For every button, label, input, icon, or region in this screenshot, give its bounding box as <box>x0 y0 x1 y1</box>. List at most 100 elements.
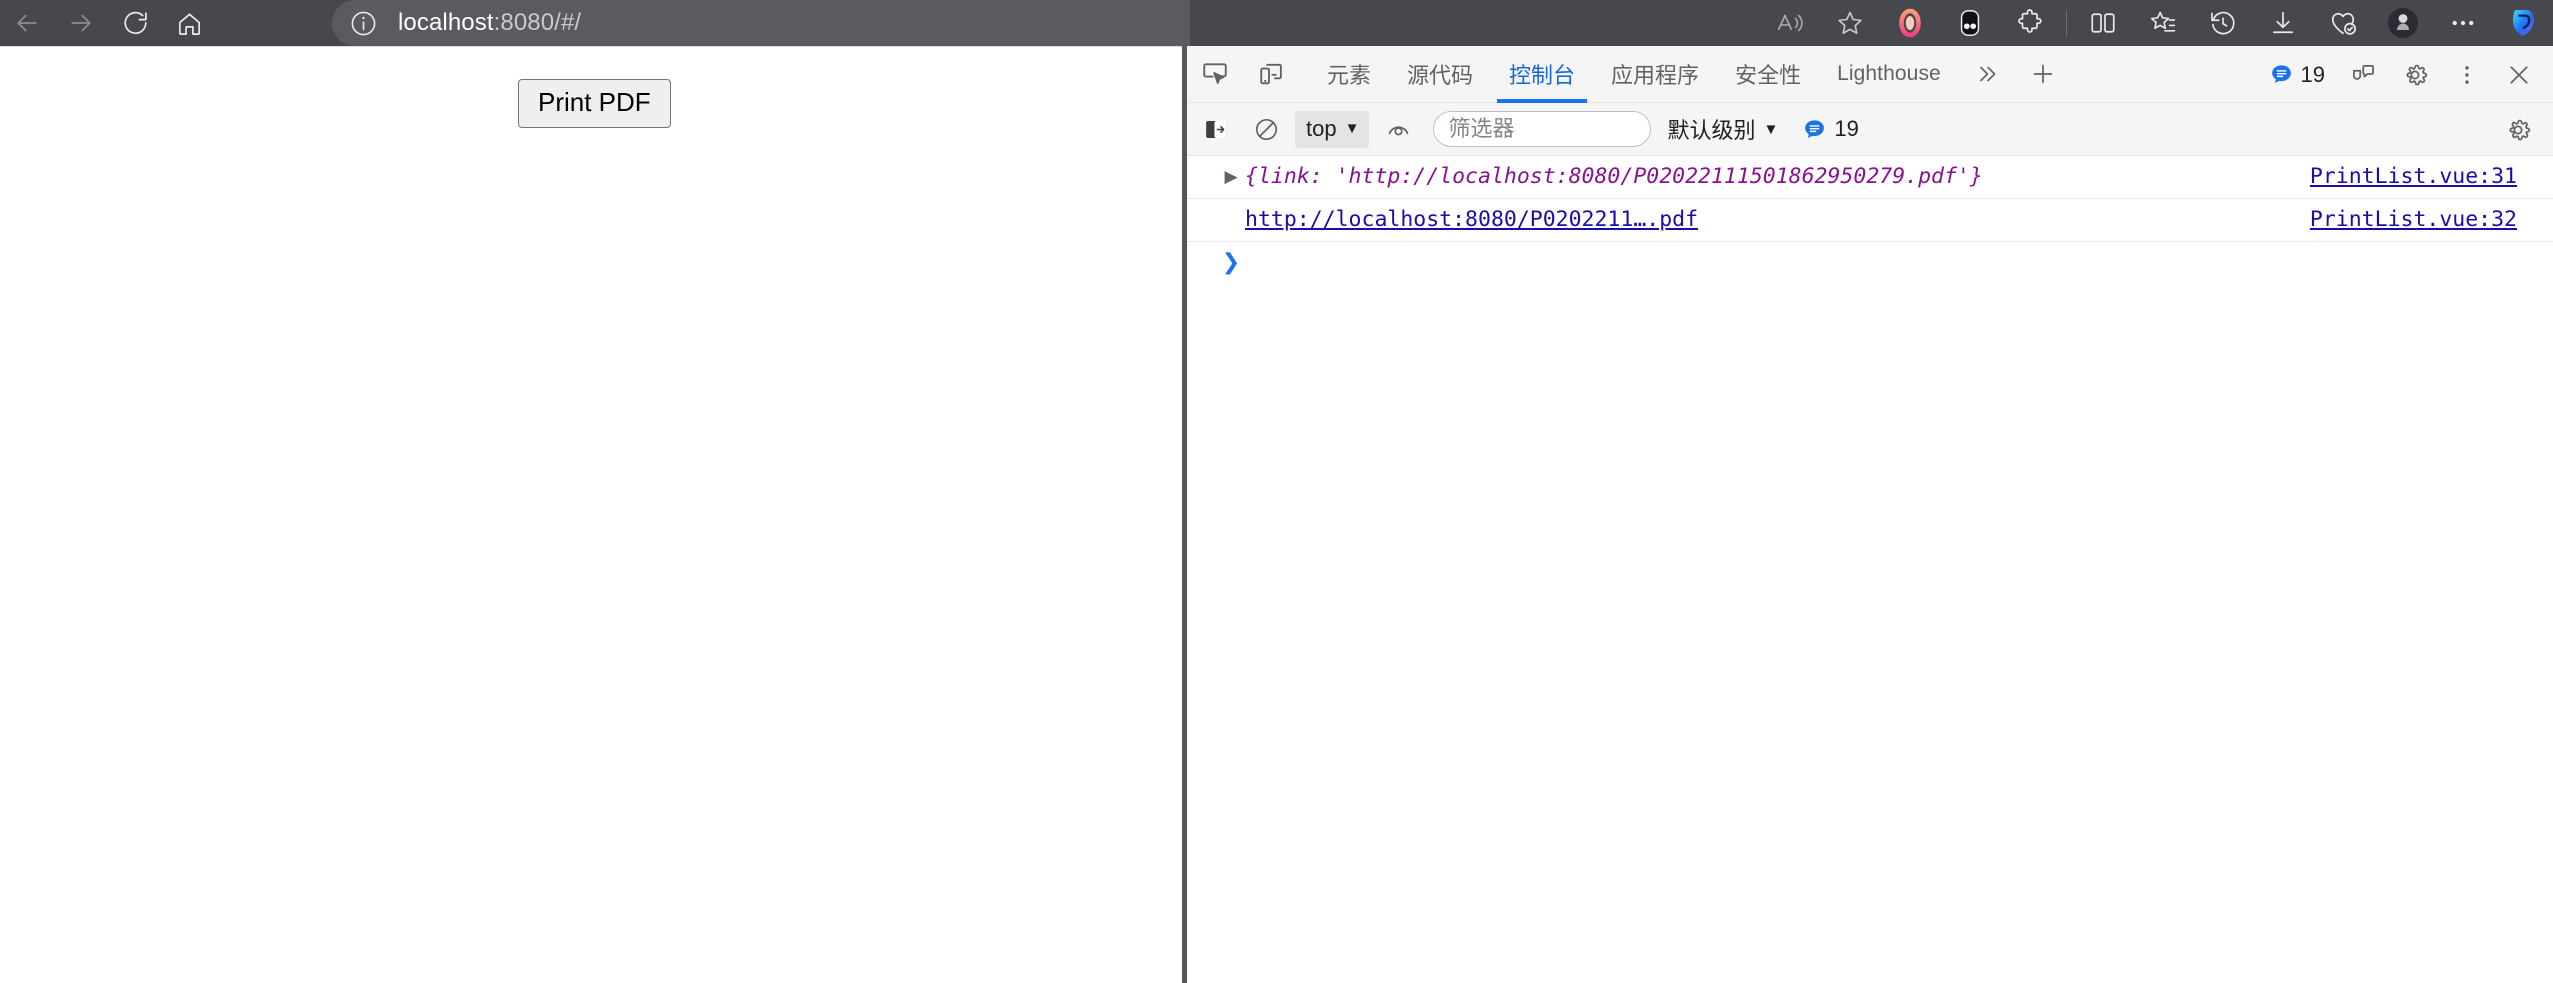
tab-sources[interactable]: 源代码 <box>1389 46 1491 103</box>
star-outline-icon <box>1838 11 1862 34</box>
console-toolbar: top ▼ 默认级别 ▼ 19 <box>1187 103 2553 156</box>
extension-button[interactable] <box>1940 0 2000 46</box>
devtools-more-options-button[interactable] <box>2441 46 2493 103</box>
devtools-tabs: 元素 源代码 控制台 应用程序 安全性 Lighthouse <box>1309 46 2071 103</box>
page-viewport: Print PDF <box>0 46 1182 983</box>
inspect-element-icon <box>1203 63 1227 84</box>
url-path: :8080/#/ <box>493 9 582 36</box>
tab-console-label: 控制台 <box>1509 63 1576 88</box>
console-message-list: ▶ {link: 'http://localhost:8080/P0202211… <box>1187 156 2553 983</box>
devtools-tabbar: 元素 源代码 控制台 应用程序 安全性 Lighthouse 19 <box>1187 46 2553 103</box>
profile-button[interactable] <box>2373 0 2433 46</box>
tab-application[interactable]: 应用程序 <box>1593 46 1717 103</box>
refresh-icon <box>123 11 147 34</box>
info-circle-icon <box>351 11 375 35</box>
refresh-button[interactable] <box>108 0 162 46</box>
console-message-source-link[interactable]: PrintList.vue:31 <box>2310 163 2517 191</box>
tab-elements-label: 元素 <box>1327 63 1372 88</box>
clear-console-icon <box>1255 118 1277 140</box>
console-message-link[interactable]: ▶ http://localhost:8080/P0202211….pdf Pr… <box>1187 199 2553 242</box>
split-screen-button[interactable] <box>2073 0 2133 46</box>
console-settings-button[interactable] <box>2493 103 2543 156</box>
tab-security[interactable]: 安全性 <box>1717 46 1819 103</box>
settings-and-more-button[interactable] <box>2433 0 2493 46</box>
url-host: localhost <box>398 9 494 36</box>
console-prompt[interactable]: ❯ <box>1187 242 2553 282</box>
feedback-button[interactable] <box>2337 46 2389 103</box>
kebab-menu-icon <box>2465 65 2469 84</box>
ellipsis-icon <box>2452 20 2474 26</box>
expand-arrow-icon[interactable]: ▶ <box>1217 163 1245 191</box>
caret-down-icon: ▼ <box>1763 120 1779 138</box>
console-filter-input[interactable] <box>1433 111 1652 147</box>
tab-lighthouse[interactable]: Lighthouse <box>1819 46 1959 103</box>
browser-essentials-button[interactable] <box>2313 0 2373 46</box>
speech-bubble-icon <box>1805 119 1825 138</box>
expand-arrow-placeholder: ▶ <box>1217 206 1245 234</box>
console-level-select[interactable]: 默认级别 ▼ <box>1667 113 1778 145</box>
gear-icon <box>2509 119 2531 140</box>
forward-button[interactable] <box>54 0 108 46</box>
close-x-icon <box>2510 65 2528 84</box>
console-context-select[interactable]: top ▼ <box>1295 110 1370 148</box>
home-button[interactable] <box>162 0 216 46</box>
console-issues-badge[interactable]: 19 <box>1790 116 1870 142</box>
tab-console[interactable]: 控制台 <box>1491 46 1593 103</box>
home-icon <box>178 12 200 35</box>
console-context-value: top <box>1306 115 1337 141</box>
toolbar-separator <box>2066 10 2067 36</box>
collections-star-icon <box>2150 11 2176 32</box>
pink-ring-icon <box>1899 8 1921 38</box>
console-message-object[interactable]: ▶ {link: 'http://localhost:8080/P0202211… <box>1187 156 2553 199</box>
copilot-button[interactable] <box>2493 0 2553 46</box>
object-preview-string: 'http://localhost:8080/P0202211150186295… <box>1335 164 1970 189</box>
collections-button[interactable] <box>2133 0 2193 46</box>
caret-down-icon: ▼ <box>1344 120 1360 137</box>
extensions-button[interactable] <box>2000 0 2060 46</box>
history-button[interactable] <box>2193 0 2253 46</box>
devtools-settings-button[interactable] <box>2389 46 2441 103</box>
more-tabs-button[interactable] <box>1959 46 2015 103</box>
address-bar[interactable]: localhost:8080/#/ <box>332 0 1190 46</box>
add-tab-button[interactable] <box>2015 46 2071 103</box>
issues-count: 19 <box>2300 61 2325 87</box>
console-prompt-caret-icon: ❯ <box>1221 250 1241 275</box>
browser-toolbar: localhost:8080/#/ <box>0 0 2553 46</box>
eye-icon <box>1388 125 1409 135</box>
inspect-element-button[interactable] <box>1187 46 1243 103</box>
console-message-source-link[interactable]: PrintList.vue:32 <box>2310 206 2517 234</box>
object-preview-suffix: } <box>1969 164 1983 189</box>
avatar-icon <box>2388 8 2418 38</box>
read-aloud-button[interactable] <box>1760 0 1820 46</box>
split-screen-icon <box>2091 13 2115 33</box>
clear-console-button[interactable] <box>1241 103 1291 156</box>
print-pdf-button[interactable]: Print PDF <box>518 79 671 128</box>
browser-toolbar-actions <box>1760 0 2553 46</box>
console-sidebar-icon <box>1205 120 1227 138</box>
console-toolbar-right <box>2493 103 2543 156</box>
tab-elements[interactable]: 元素 <box>1309 46 1389 103</box>
opera-extension-button[interactable] <box>1880 0 1940 46</box>
back-button[interactable] <box>0 0 54 46</box>
site-information-button[interactable] <box>338 9 388 38</box>
console-issues-count: 19 <box>1834 116 1859 141</box>
pdf-link[interactable]: http://localhost:8080/P0202211….pdf <box>1245 207 1698 232</box>
devtools-close-button[interactable] <box>2493 46 2545 103</box>
gear-icon <box>2406 64 2428 85</box>
live-expression-button[interactable] <box>1373 103 1423 156</box>
speech-bubble-icon <box>2271 65 2291 84</box>
read-aloud-icon <box>1777 14 1803 32</box>
tab-sources-label: 源代码 <box>1407 63 1474 88</box>
issues-badge[interactable]: 19 <box>2257 62 2337 88</box>
device-toolbar-button[interactable] <box>1243 46 1299 103</box>
plus-icon <box>2033 64 2053 84</box>
tab-security-label: 安全性 <box>1735 63 1802 88</box>
chevron-double-right-icon <box>1979 66 1996 82</box>
heart-pulse-icon <box>2331 12 2356 35</box>
console-sidebar-toggle-button[interactable] <box>1191 103 1241 156</box>
arrow-right-icon <box>71 14 91 32</box>
downloads-button[interactable] <box>2253 0 2313 46</box>
add-favorite-button[interactable] <box>1820 0 1880 46</box>
history-clock-icon <box>2211 11 2235 35</box>
object-preview-prefix: {link: <box>1245 164 1336 189</box>
